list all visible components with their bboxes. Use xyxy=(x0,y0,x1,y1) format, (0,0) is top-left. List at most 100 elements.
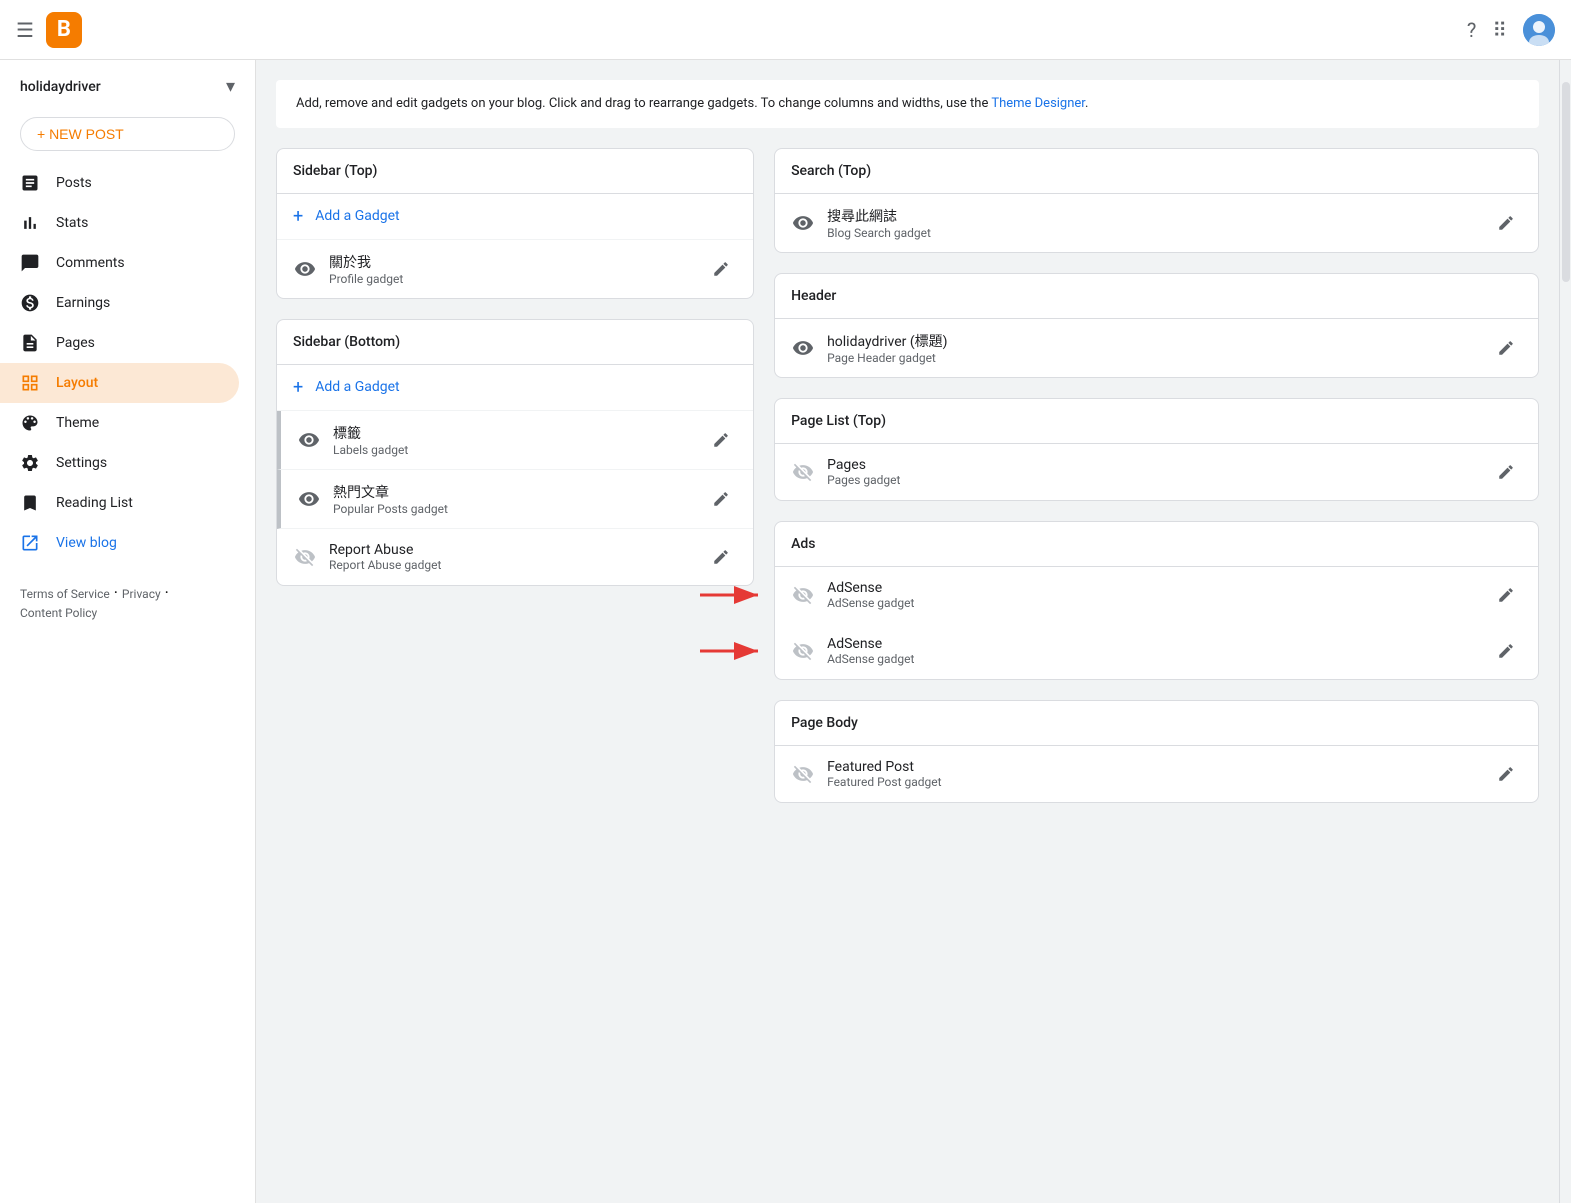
page-list-top-title: Page List (Top) xyxy=(775,399,1538,444)
sidebar-item-reading-list[interactable]: Reading List xyxy=(0,483,239,523)
gadget-popular-posts: 熱門文章 Popular Posts gadget xyxy=(277,470,753,529)
scrollbar-thumb[interactable] xyxy=(1562,82,1570,282)
sidebar-item-layout[interactable]: Layout xyxy=(0,363,239,403)
gadget-popular-posts-name: 熱門文章 xyxy=(333,482,693,502)
sidebar-item-earnings[interactable]: Earnings xyxy=(0,283,239,323)
red-arrow-2 xyxy=(700,636,770,666)
view-blog-icon xyxy=(20,533,40,553)
stats-icon xyxy=(20,213,40,233)
gadget-report-abuse-edit-icon[interactable] xyxy=(705,541,737,573)
sidebar-item-settings-label: Settings xyxy=(56,455,107,471)
sidebar: holidaydriver ▾ + NEW POST Posts Stats C… xyxy=(0,60,256,1203)
gadget-page-header-edit-icon[interactable] xyxy=(1490,332,1522,364)
sidebar-item-settings[interactable]: Settings xyxy=(0,443,239,483)
gadget-adsense-1-edit-icon[interactable] xyxy=(1490,579,1522,611)
posts-icon xyxy=(20,173,40,193)
gadget-popular-posts-type: Popular Posts gadget xyxy=(333,502,693,516)
avatar-image xyxy=(1523,14,1555,46)
content-policy-link[interactable]: Content Policy xyxy=(20,606,97,620)
right-column: Search (Top) 搜尋此網誌 Blog Search gadget xyxy=(774,148,1539,803)
gadget-featured-post-eye-icon[interactable] xyxy=(791,762,815,786)
gadget-report-abuse-name: Report Abuse xyxy=(329,542,693,558)
sidebar-item-stats[interactable]: Stats xyxy=(0,203,239,243)
gadget-pages-edit-icon[interactable] xyxy=(1490,456,1522,488)
terms-link[interactable]: Terms of Service xyxy=(20,587,110,601)
gadget-page-header: holidaydriver (標題) Page Header gadget xyxy=(775,319,1538,377)
page-body-title: Page Body xyxy=(775,701,1538,746)
add-gadget-sidebar-top[interactable]: + Add a Gadget xyxy=(277,194,753,240)
sidebar-item-posts[interactable]: Posts xyxy=(0,163,239,203)
gadget-featured-post-edit-icon[interactable] xyxy=(1490,758,1522,790)
add-gadget-sidebar-bottom[interactable]: + Add a Gadget xyxy=(277,365,753,411)
apps-icon[interactable]: ⠿ xyxy=(1492,18,1507,42)
gadget-adsense-2-eye-icon[interactable] xyxy=(791,639,815,663)
new-post-button[interactable]: + NEW POST xyxy=(20,117,235,151)
adsense-2-row: AdSense AdSense gadget xyxy=(775,623,1538,679)
sidebar-item-pages[interactable]: Pages xyxy=(0,323,239,363)
gadget-page-header-name: holidaydriver (標題) xyxy=(827,331,1478,351)
gadget-page-header-info: holidaydriver (標題) Page Header gadget xyxy=(827,331,1478,365)
gadget-pages-type: Pages gadget xyxy=(827,473,1478,487)
gadget-labels-name: 標籤 xyxy=(333,423,693,443)
search-top-section: Search (Top) 搜尋此網誌 Blog Search gadget xyxy=(774,148,1539,253)
page-body-section: Page Body Featured Post Featured Post ga… xyxy=(774,700,1539,803)
sidebar-item-theme[interactable]: Theme xyxy=(0,403,239,443)
gadget-adsense-1-name: AdSense xyxy=(827,580,1478,596)
add-icon-2: + xyxy=(293,377,303,398)
gadget-popular-eye-icon[interactable] xyxy=(297,487,321,511)
add-gadget-label: Add a Gadget xyxy=(315,208,399,224)
blog-selector[interactable]: holidaydriver ▾ xyxy=(0,60,255,113)
gadget-labels-eye-icon[interactable] xyxy=(297,428,321,452)
add-icon: + xyxy=(293,206,303,227)
gadget-page-header-type: Page Header gadget xyxy=(827,351,1478,365)
gadget-eye-icon[interactable] xyxy=(293,257,317,281)
main-layout: holidaydriver ▾ + NEW POST Posts Stats C… xyxy=(0,60,1571,1203)
red-arrow-2-svg xyxy=(700,636,770,666)
blog-selector-name: holidaydriver xyxy=(20,79,101,95)
theme-designer-link[interactable]: Theme Designer xyxy=(991,96,1085,111)
blogger-logo[interactable]: B xyxy=(46,12,82,48)
sidebar-item-comments[interactable]: Comments xyxy=(0,243,239,283)
sidebar-item-view-blog[interactable]: View blog xyxy=(0,523,239,563)
privacy-link[interactable]: Privacy xyxy=(122,587,161,601)
reading-list-icon xyxy=(20,493,40,513)
scrollbar-track[interactable] xyxy=(1559,60,1571,1203)
sidebar-bottom-section: Sidebar (Bottom) + Add a Gadget 標籤 Label… xyxy=(276,319,754,586)
gadget-report-abuse-info: Report Abuse Report Abuse gadget xyxy=(329,542,693,572)
gadget-blog-search-edit-icon[interactable] xyxy=(1490,207,1522,239)
help-icon[interactable]: ? xyxy=(1467,18,1476,42)
gadget-blog-search: 搜尋此網誌 Blog Search gadget xyxy=(775,194,1538,252)
earnings-icon xyxy=(20,293,40,313)
gadget-blog-search-eye-icon[interactable] xyxy=(791,211,815,235)
new-post-label: + NEW POST xyxy=(37,126,124,142)
theme-icon xyxy=(20,413,40,433)
sidebar-item-theme-label: Theme xyxy=(56,415,99,431)
sidebar-item-stats-label: Stats xyxy=(56,215,88,231)
user-avatar[interactable] xyxy=(1523,14,1555,46)
blog-selector-arrow-icon: ▾ xyxy=(226,76,235,97)
gadget-adsense-2-type: AdSense gadget xyxy=(827,652,1478,666)
gadget-labels: 標籤 Labels gadget xyxy=(277,411,753,470)
gadget-report-abuse-type: Report Abuse gadget xyxy=(329,558,693,572)
sidebar-footer: Terms of Service· Privacy· Content Polic… xyxy=(0,571,255,633)
hamburger-icon[interactable]: ☰ xyxy=(16,18,34,42)
sidebar-item-pages-label: Pages xyxy=(56,335,95,351)
gadget-popular-posts-edit-icon[interactable] xyxy=(705,483,737,515)
gadget-report-abuse-eye-icon[interactable] xyxy=(293,545,317,569)
gadget-adsense-1: AdSense AdSense gadget xyxy=(775,567,1538,623)
gadget-adsense-2-edit-icon[interactable] xyxy=(1490,635,1522,667)
header-section-title: Header xyxy=(775,274,1538,319)
gadget-adsense-1-type: AdSense gadget xyxy=(827,596,1478,610)
gadget-page-header-eye-icon[interactable] xyxy=(791,336,815,360)
content-area: Add, remove and edit gadgets on your blo… xyxy=(256,60,1559,1203)
gadget-labels-edit-icon[interactable] xyxy=(705,424,737,456)
red-arrow-1-svg xyxy=(700,580,770,610)
gadget-adsense-1-eye-icon[interactable] xyxy=(791,583,815,607)
gadget-profile-edit-icon[interactable] xyxy=(705,253,737,285)
gadget-pages-eye-icon[interactable] xyxy=(791,460,815,484)
sidebar-item-posts-label: Posts xyxy=(56,175,92,191)
pages-icon xyxy=(20,333,40,353)
sidebar-top-title: Sidebar (Top) xyxy=(277,149,753,194)
left-column: Sidebar (Top) + Add a Gadget 關於我 Profile… xyxy=(276,148,754,586)
gadget-labels-info: 標籤 Labels gadget xyxy=(333,423,693,457)
